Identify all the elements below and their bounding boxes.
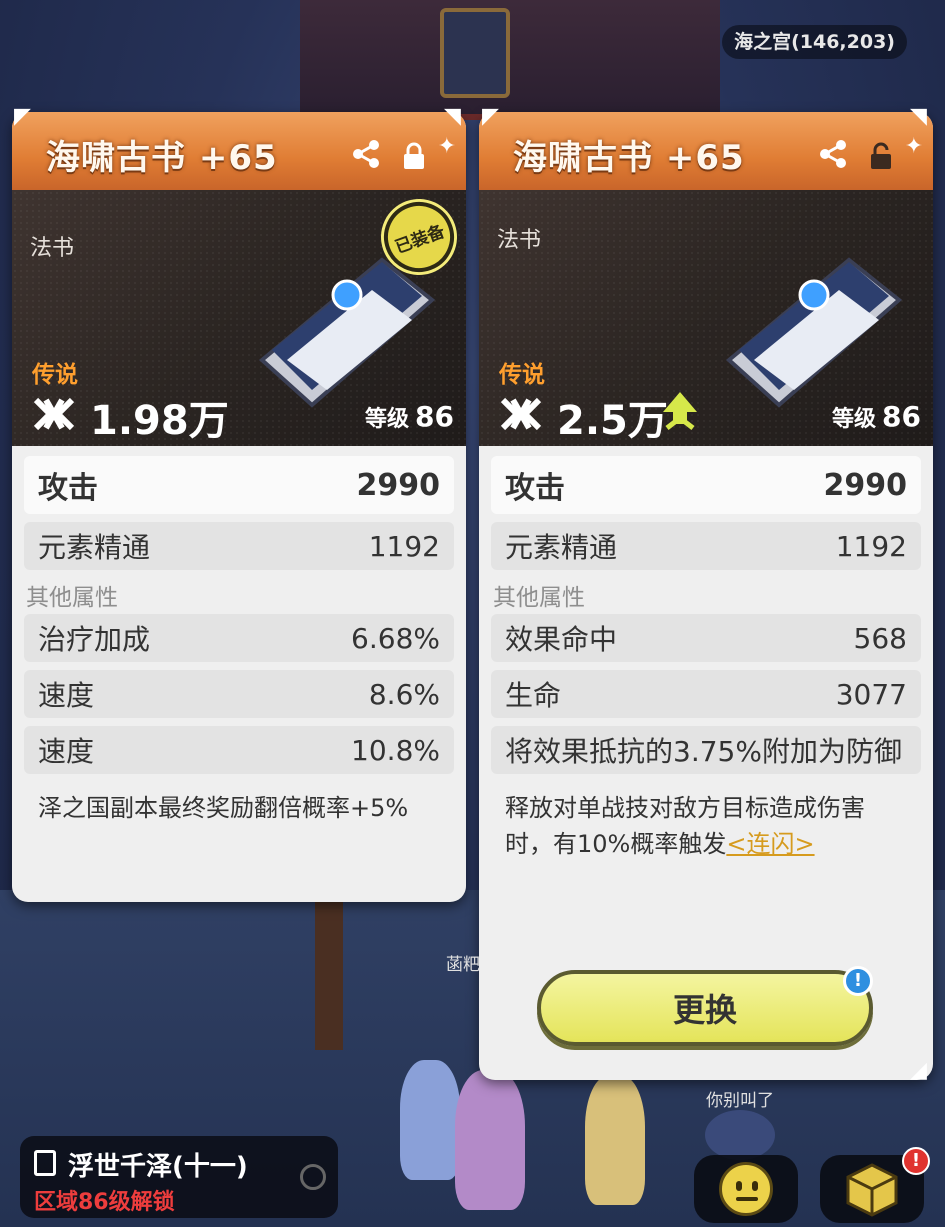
notification-badge: ! bbox=[902, 1147, 930, 1175]
item-effect-description: 释放对单战技对敌方目标造成伤害时，有10%概率触发<连闪> bbox=[491, 782, 921, 870]
stat-name: 攻击 bbox=[505, 471, 565, 506]
sub-stat-row: 效果命中 568 bbox=[491, 614, 921, 662]
sub-stat-row: 生命 3077 bbox=[491, 670, 921, 718]
smiley-face-icon bbox=[719, 1162, 773, 1216]
item-category: 法书 bbox=[30, 236, 75, 261]
stat-name: 速度 bbox=[38, 679, 95, 712]
quest-title: 浮世千泽(十一) bbox=[68, 1152, 248, 1182]
main-stat-row: 攻击 2990 bbox=[491, 456, 921, 514]
item-effect-description: 泽之国副本最终奖励翻倍概率+5% bbox=[38, 794, 409, 822]
background-pole bbox=[315, 900, 343, 1050]
level-value: 86 bbox=[415, 400, 454, 433]
stat-name: 效果命中 bbox=[505, 623, 618, 656]
stat-value: 1192 bbox=[368, 529, 440, 563]
quest-tracker[interactable]: 浮世千泽(十一) 区域86级解锁 bbox=[20, 1136, 338, 1218]
stat-value: 568 bbox=[853, 621, 907, 655]
corner-ornament-icon: ◢ bbox=[910, 1058, 927, 1083]
card-header: 海啸古书 +65 ✦ bbox=[479, 112, 933, 190]
npc-name-label: 菡粑 bbox=[446, 955, 480, 975]
item-level: 等级 86 bbox=[365, 400, 454, 433]
stats-panel: 攻击 2990 元素精通 1192 其他属性 治疗加成 6.68% 速度 8.6… bbox=[12, 446, 466, 834]
sub-stat-row: 治疗加成 6.68% bbox=[24, 614, 454, 662]
main-stat-row: 元素精通 1192 bbox=[491, 522, 921, 570]
card-header: 海啸古书 +65 ✦ bbox=[12, 112, 466, 190]
character-sprite[interactable] bbox=[455, 1070, 525, 1210]
backpack-button[interactable]: ! bbox=[820, 1147, 930, 1223]
special-stat-text: 将效果抵抗的3.75%附加为防御 bbox=[505, 735, 902, 768]
power-increase-arrow-icon bbox=[663, 392, 697, 430]
stat-name: 元素精通 bbox=[38, 531, 151, 564]
replace-button[interactable]: 更换 bbox=[537, 970, 873, 1046]
lock-icon[interactable] bbox=[402, 142, 426, 170]
stat-value: 3077 bbox=[835, 677, 907, 711]
stat-name: 速度 bbox=[38, 735, 95, 768]
main-stat-row: 攻击 2990 bbox=[24, 456, 454, 514]
stat-value: 2990 bbox=[823, 467, 908, 503]
other-stats-label: 其他属性 bbox=[26, 585, 118, 611]
item-title: 海啸古书 +65 bbox=[513, 138, 745, 178]
item-level: 等级 86 bbox=[832, 400, 921, 433]
other-stats-label: 其他属性 bbox=[493, 585, 585, 611]
share-icon[interactable] bbox=[817, 138, 849, 170]
level-label: 等级 bbox=[832, 407, 877, 432]
main-stat-row: 元素精通 1192 bbox=[24, 522, 454, 570]
character-sprite[interactable] bbox=[400, 1060, 460, 1180]
corner-ornament-icon: ◤ bbox=[14, 104, 31, 129]
npc-sprite[interactable] bbox=[705, 1110, 775, 1160]
unlock-icon[interactable] bbox=[869, 142, 893, 170]
stat-name: 元素精通 bbox=[505, 531, 618, 564]
item-category: 法书 bbox=[497, 228, 542, 253]
special-stat-row: 将效果抵抗的3.75%附加为防御 bbox=[491, 726, 921, 774]
corner-ornament-icon: ◥ bbox=[444, 104, 461, 129]
stat-value: 2990 bbox=[356, 467, 441, 503]
stats-panel: 攻击 2990 元素精通 1192 其他属性 效果命中 568 生命 3077 … bbox=[479, 446, 933, 870]
sub-stat-row: 速度 8.6% bbox=[24, 670, 454, 718]
share-icon[interactable] bbox=[350, 138, 382, 170]
stat-value: 10.8% bbox=[351, 733, 440, 767]
target-icon[interactable] bbox=[300, 1164, 326, 1190]
item-rarity: 传说 bbox=[499, 362, 545, 388]
quest-unlock-requirement: 区域86级解锁 bbox=[34, 1190, 175, 1215]
combat-power-icon bbox=[500, 397, 542, 431]
item-title: 海啸古书 +65 bbox=[46, 138, 278, 178]
stat-value: 8.6% bbox=[368, 677, 440, 711]
stat-name: 治疗加成 bbox=[38, 623, 151, 656]
quest-scroll-icon bbox=[34, 1150, 56, 1176]
stat-name: 攻击 bbox=[38, 471, 98, 506]
background-sign bbox=[440, 8, 510, 98]
cube-box-icon bbox=[846, 1163, 898, 1217]
compare-item-card: 海啸古书 +65 ✦ 法书 传说 2.5万 等级 86 攻击 2990 元素精通… bbox=[479, 112, 933, 1080]
sub-stat-row: 速度 10.8% bbox=[24, 726, 454, 774]
sparkle-icon: ✦ bbox=[904, 134, 923, 159]
stat-value: 6.68% bbox=[351, 621, 440, 655]
item-hero: 法书 传说 2.5万 等级 86 bbox=[479, 190, 933, 446]
combat-power: 1.98万 bbox=[90, 398, 229, 444]
item-rarity: 传说 bbox=[32, 362, 78, 388]
character-sprite[interactable] bbox=[585, 1075, 645, 1205]
stat-value: 1192 bbox=[835, 529, 907, 563]
level-value: 86 bbox=[882, 400, 921, 433]
sparkle-icon: ✦ bbox=[437, 134, 456, 159]
item-hero: 法书 已装备 传说 1.98万 等级 86 bbox=[12, 190, 466, 446]
level-label: 等级 bbox=[365, 407, 410, 432]
keyword-link[interactable]: <连闪> bbox=[726, 830, 814, 858]
location-indicator: 海之宫(146,203) bbox=[722, 25, 907, 59]
replace-info-badge: ! bbox=[843, 966, 873, 996]
emote-button[interactable] bbox=[694, 1155, 798, 1223]
combat-power-icon bbox=[33, 397, 75, 431]
stat-name: 生命 bbox=[505, 679, 562, 712]
npc-speech-label: 你别叫了 bbox=[706, 1091, 774, 1111]
combat-power: 2.5万 bbox=[557, 398, 668, 444]
spellbook-image bbox=[725, 257, 903, 408]
corner-ornament-icon: ◤ bbox=[482, 104, 499, 129]
background-building bbox=[300, 0, 720, 120]
equipped-item-card: 海啸古书 +65 ✦ 法书 已装备 传说 1.98万 等级 86 攻击 2990… bbox=[12, 112, 466, 902]
corner-ornament-icon: ◥ bbox=[910, 104, 927, 129]
